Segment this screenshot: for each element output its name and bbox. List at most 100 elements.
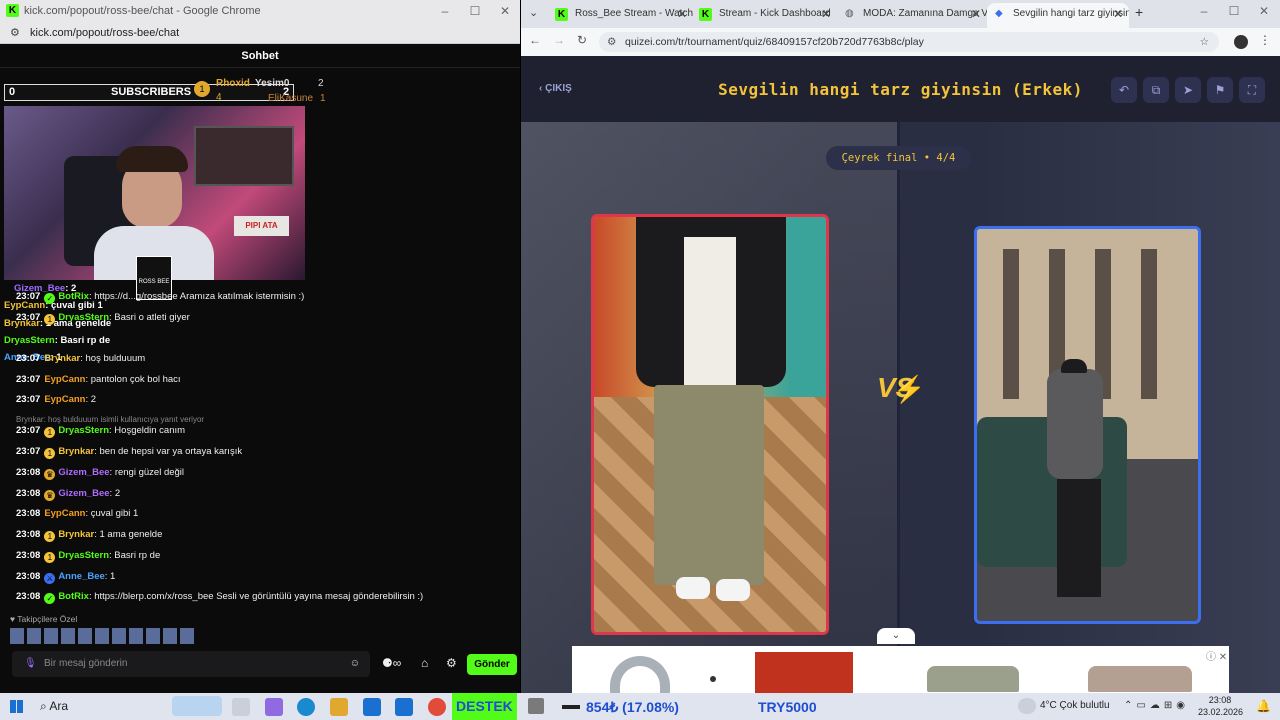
bookmark-star-icon[interactable]: ☆ [1200, 32, 1209, 52]
back-icon[interactable]: ← [529, 33, 541, 47]
minimize-button[interactable]: – [430, 0, 460, 22]
background-sign: PIPI ATA [234, 216, 289, 236]
sneaker-right [716, 579, 750, 601]
quiz-icon: ◆ [995, 8, 1003, 19]
mail-icon[interactable] [395, 698, 413, 716]
round-badge: Çeyrek final • 4/4 [826, 146, 971, 170]
emoji-icon[interactable]: ☺ [350, 651, 360, 677]
expand-chevron-icon[interactable]: ⌄ [877, 628, 915, 644]
chat-message: 23:07 EypCann: pantolon çok bol hacı [16, 374, 181, 385]
close-button[interactable]: ✕ [490, 0, 520, 22]
system-tray-icons[interactable]: ⌃▭☁⊞◉ [1124, 700, 1189, 711]
windows-start-icon[interactable] [10, 700, 23, 713]
overlay-msg-4: DryasStern: Basri rp de [4, 335, 111, 346]
emote-row[interactable] [10, 628, 196, 644]
close-button[interactable]: ✕ [1249, 0, 1279, 22]
stage-divider [897, 122, 900, 693]
crown-badge-icon: ♛ [44, 469, 56, 480]
sub-badge-icon: 1 [44, 552, 56, 563]
report-flag-icon[interactable]: ⚑ [1207, 77, 1233, 103]
reload-icon[interactable]: ↻ [577, 33, 587, 47]
chat-message: 23:07 ✓ BotRix: https://d...g/rossbee Aram… [16, 291, 305, 304]
new-tab-button[interactable]: + [1135, 4, 1143, 20]
mic-icon[interactable]: 🎙 [24, 651, 37, 677]
ad-fabric-image [755, 652, 853, 693]
tab-ross-bee-stream[interactable]: K Ross_Bee Stream - Watch Li ✕ [549, 3, 693, 28]
menu-dots-icon[interactable]: ⋮ [1259, 33, 1271, 47]
profile-avatar[interactable] [1234, 35, 1248, 49]
chat-header: Sohbet [0, 44, 520, 68]
chat-message: 23:08 1 Brynkar: 1 ama genelde [16, 529, 163, 542]
file-explorer-icon[interactable] [330, 698, 348, 716]
site-settings-icon: ⚙ [607, 36, 617, 48]
chrome-icon[interactable] [428, 698, 446, 716]
subscribers-bar: 0 SUBSCRIBERS 2 [4, 84, 294, 101]
streamer-hair [116, 146, 188, 172]
baggy-jeans [654, 385, 764, 585]
taskbar-widget-image[interactable] [172, 696, 222, 716]
minimize-button[interactable]: – [1189, 0, 1219, 22]
fullscreen-icon[interactable]: ⛶ [1239, 77, 1265, 103]
black-cap [1061, 359, 1087, 373]
forward-icon[interactable]: → [553, 33, 565, 47]
tab-bar: ⌄ K Ross_Bee Stream - Watch Li ✕ K Stream -… [521, 0, 1280, 28]
send-button[interactable]: Gönder [467, 654, 517, 675]
clock-time: 23:08 [1208, 695, 1232, 705]
chat-input[interactable]: 🎙 Bir mesaj gönderin ☺ [12, 651, 370, 677]
taskbar-bar-icon[interactable] [562, 705, 580, 709]
black-trousers [1057, 479, 1101, 597]
left-address-bar[interactable]: ⚙ kick.com/popout/ross-bee/chat [0, 22, 520, 44]
chat-window: K kick.com/popout/ross-bee/chat - Google… [0, 0, 520, 693]
edge-icon[interactable] [297, 698, 315, 716]
chat-message: 23:08 ⚔ Anne_Bee: 1 [16, 571, 116, 584]
chat-message: 23:08 1 DryasStern: Basri rp de [16, 550, 161, 563]
ad-sofa-beige [1088, 666, 1192, 692]
settings-gear-icon[interactable]: ⚙ [446, 656, 457, 670]
ad-banner[interactable]: ⓘ ✕ [572, 646, 1229, 696]
clock[interactable]: 23:08 23.02.2026 [1198, 694, 1243, 718]
choice-card-right[interactable] [974, 226, 1201, 624]
left-window-title: kick.com/popout/ross-bee/chat - Google C… [24, 5, 261, 17]
maximize-button[interactable]: ☐ [1219, 0, 1249, 22]
ticker-destek: DESTEK [452, 693, 517, 720]
choice-card-left[interactable] [591, 214, 829, 635]
kick-icon: K [6, 4, 19, 17]
tab-kick-dashboard[interactable]: K Stream - Kick Dashboard ✕ [693, 3, 837, 28]
tab-quiz[interactable]: ◆ Sevgilin hangi tarz giyinsin ✕ [987, 3, 1129, 28]
share-icon[interactable]: ➤ [1175, 77, 1201, 103]
shelf [194, 126, 294, 186]
globe-icon: ◍ [845, 8, 854, 19]
taskbar-app-icon[interactable] [528, 698, 544, 714]
taskbar: ⌕ Ara DESTEK 854₺ (17.08%) TRY5000 4°C Ç… [0, 693, 1280, 720]
weather-text: 4°C Çok bulutlu [1040, 700, 1110, 711]
leader2-name: Yesim0 [255, 78, 290, 89]
store-icon[interactable]: ⌂ [421, 656, 428, 670]
task-view-icon[interactable] [232, 698, 250, 716]
tab-search-icon[interactable]: ⌄ [529, 6, 538, 19]
tab-moda[interactable]: ◍ MODA: Zamanına Damga V ✕ [837, 3, 987, 28]
ad-logo [610, 656, 670, 696]
leader2-count: 2 [318, 78, 324, 89]
chat-message: 23:08 EypCann: çuval gibi 1 [16, 508, 139, 519]
ad-info-icon[interactable]: ⓘ ✕ [1206, 648, 1227, 663]
taskbar-search[interactable]: ⌕ Ara [40, 699, 68, 714]
gold-medal-icon: 1 [194, 81, 210, 97]
ticker-price: 854₺ (17.08%) [586, 699, 679, 715]
copilot-icon[interactable] [265, 698, 283, 716]
url-field[interactable]: ⚙ quizei.com/tr/tournament/quiz/68409157… [599, 32, 1219, 52]
copy-icon[interactable]: ⧉ [1143, 77, 1169, 103]
verified-badge-icon: ✓ [44, 593, 56, 604]
tab-close-icon: ✕ [820, 7, 831, 21]
store-app-icon[interactable] [363, 698, 381, 716]
undo-icon[interactable]: ↶ [1111, 77, 1137, 103]
tab-close-icon: ✕ [970, 7, 981, 21]
points-icon[interactable]: ⚈∞ [382, 656, 401, 670]
mod-badge-icon: ⚔ [44, 573, 56, 584]
maximize-button[interactable]: ☐ [460, 0, 490, 22]
site-settings-icon[interactable]: ⚙ [10, 22, 20, 44]
webcam-feed: PIPI ATA ROSS BEE [4, 106, 305, 300]
notification-bell-icon[interactable]: 🔔 [1256, 699, 1271, 713]
white-tshirt [684, 237, 736, 387]
chat-message: 23:07 EypCann: 2 [16, 394, 97, 405]
right-url: quizei.com/tr/tournament/quiz/68409157cf… [625, 36, 924, 48]
